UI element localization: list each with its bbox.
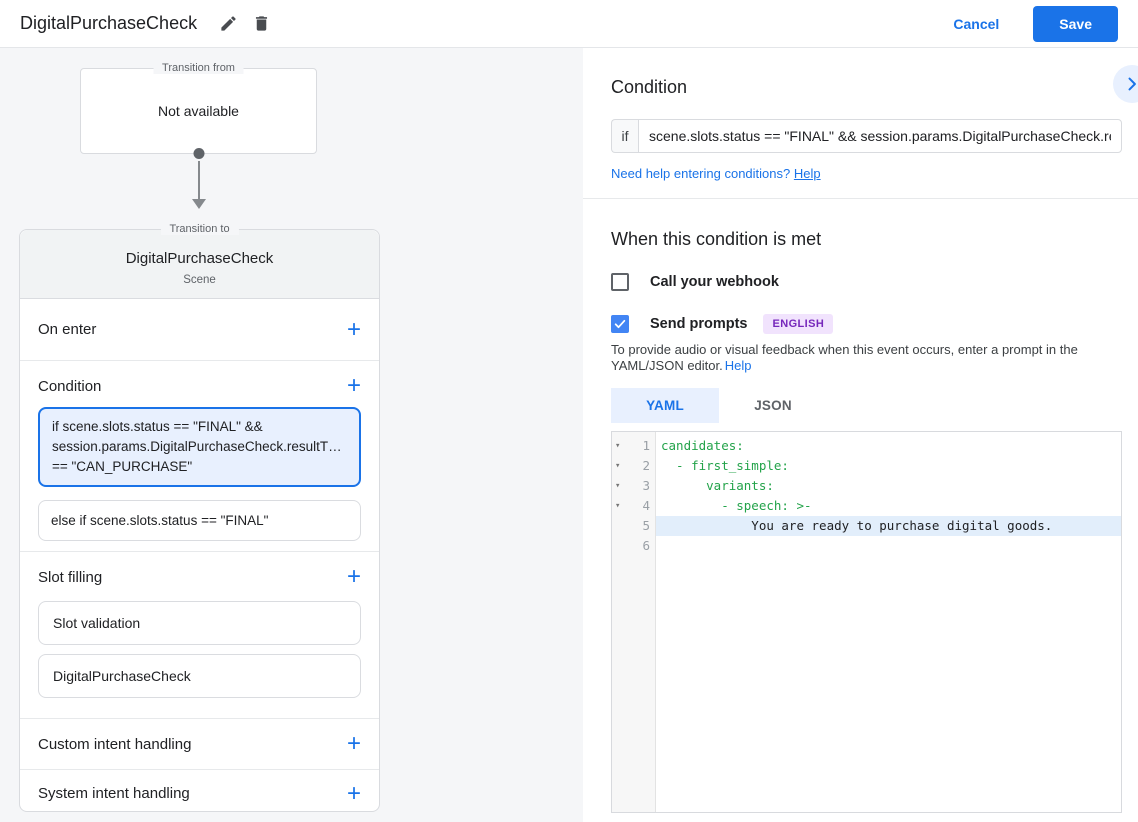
trash-icon [252,14,271,33]
line-number: 5 [642,518,650,533]
custom-intent-label: Custom intent handling [38,735,192,753]
code-line: - speech: >- [661,498,812,513]
webhook-row: Call your webhook [611,273,1122,291]
section-on-enter: On enter + [20,299,379,361]
condition-expression-input[interactable] [638,119,1122,153]
line-number: 1 [642,438,650,453]
prompts-description: To provide audio or visual feedback when… [611,342,1122,374]
line-number: 3 [642,478,650,493]
cancel-button[interactable]: Cancel [953,16,999,32]
transition-from-label: Transition from [153,62,244,74]
code-line-highlighted: You are ready to purchase digital goods. [656,516,1121,536]
send-prompts-row: Send prompts ENGLISH [611,314,1122,334]
condition-card-else[interactable]: else if scene.slots.status == "FINAL" [38,500,361,541]
section-custom-intent: Custom intent handling + [20,719,379,770]
fold-arrow-icon[interactable]: ▾ [615,456,627,476]
code-line: candidates: [661,438,744,453]
fold-arrow-icon[interactable]: ▾ [615,496,627,516]
add-on-enter-button[interactable]: + [347,317,361,341]
scene-card: Transition to DigitalPurchaseCheck Scene… [19,223,380,812]
send-prompts-label: Send prompts [650,316,748,332]
when-condition-title: When this condition is met [611,229,822,249]
fold-arrow-icon[interactable]: ▾ [615,476,627,496]
code-line: - first_simple: [661,458,789,473]
slot-validation-card[interactable]: Slot validation [38,601,361,645]
pencil-icon [219,14,238,33]
scene-name: DigitalPurchaseCheck [125,250,274,267]
code-line: variants: [661,478,774,493]
slot-filling-label: Slot filling [38,568,103,586]
diagram-pane: Transition from Not available Transition… [0,48,583,822]
checkmark-icon [613,317,627,331]
call-webhook-label: Call your webhook [650,274,779,290]
add-slot-button[interactable]: + [347,565,361,589]
condition-expression-row: if [611,119,1122,153]
line-number: 4 [642,498,650,513]
conditions-help-link[interactable]: Help [794,166,821,181]
line-number: 6 [642,538,650,553]
help-text: Need help entering conditions? [611,166,791,181]
panel-title: Condition [611,77,688,97]
transition-from-box: Transition from Not available [80,62,317,159]
add-condition-button[interactable]: + [347,374,361,398]
condition-line: if scene.slots.status == "FINAL" && [52,419,263,434]
add-system-intent-button[interactable]: + [347,781,361,805]
transition-from-value: Not available [158,103,239,119]
edit-scene-button[interactable] [219,14,238,33]
section-condition: Condition + if scene.slots.status == "FI… [20,361,379,552]
language-badge: ENGLISH [763,314,834,334]
condition-detail-panel: Condition if Need help entering conditio… [583,48,1138,822]
transition-arrow-head-icon [192,199,206,209]
section-system-intent: System intent handling + [20,770,379,817]
transition-to-label: Transition to [160,223,239,235]
transition-arrow-line [198,161,200,200]
top-bar: DigitalPurchaseCheck Cancel Save [0,0,1138,48]
add-custom-intent-button[interactable]: + [347,732,361,756]
tab-json[interactable]: JSON [719,388,827,423]
editor-gutter: ▾ 1 ▾ 2 ▾ 3 ▾ 4 5 6 [612,432,656,812]
editor-code-area[interactable]: candidates: - first_simple: variants: - … [656,432,1121,812]
scene-card-header: DigitalPurchaseCheck Scene [20,230,379,299]
condition-section-label: Condition [38,377,102,395]
condition-line: == "CAN_PURCHASE" [52,459,193,474]
fold-arrow-icon[interactable]: ▾ [615,436,627,456]
condition-card-selected[interactable]: if scene.slots.status == "FINAL" && sess… [38,407,361,487]
scene-type: Scene [183,274,216,286]
condition-line: session.params.DigitalPurchaseCheck.resu… [52,439,342,454]
conditions-help-line: Need help entering conditions? Help [611,166,1122,181]
editor-tabs: YAML JSON [611,388,1122,423]
call-webhook-checkbox[interactable] [611,273,629,291]
prompts-help-link[interactable]: Help [725,358,752,373]
page-title: DigitalPurchaseCheck [20,13,198,33]
system-intent-label: System intent handling [38,785,190,802]
section-slot-filling: Slot filling + Slot validation DigitalPu… [20,552,379,719]
send-prompts-checkbox[interactable] [611,315,629,333]
tab-yaml[interactable]: YAML [611,388,719,423]
slot-digitalpurchasecheck-card[interactable]: DigitalPurchaseCheck [38,654,361,698]
line-number: 2 [642,458,650,473]
connector-dot [193,148,204,159]
yaml-editor: ▾ 1 ▾ 2 ▾ 3 ▾ 4 5 6 candidates: - first_simp… [611,431,1122,813]
if-prefix: if [611,119,638,153]
panel-divider [583,198,1138,199]
delete-scene-button[interactable] [252,14,271,33]
chevron-right-icon [1122,74,1138,94]
save-button[interactable]: Save [1033,5,1118,42]
on-enter-label: On enter [38,321,97,338]
description-text: To provide audio or visual feedback when… [611,342,1078,373]
